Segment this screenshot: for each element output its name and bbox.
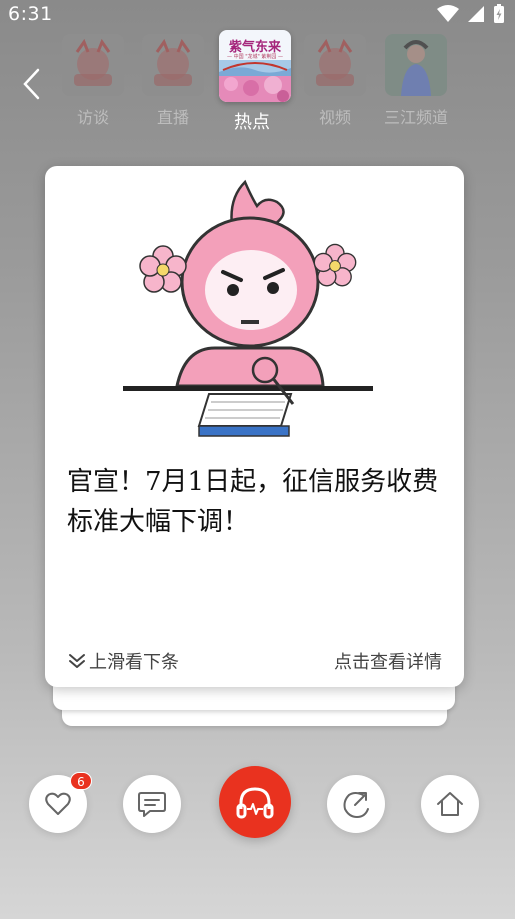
comment-icon: [138, 792, 166, 817]
double-chevron-down-icon: [69, 654, 85, 668]
home-icon: [437, 792, 463, 816]
channel-label: 直播: [156, 108, 189, 127]
status-time: 6:31: [8, 3, 53, 25]
channel-label: 热点: [234, 112, 270, 133]
channel-live[interactable]: 直播: [140, 34, 206, 128]
comment-button[interactable]: [123, 775, 181, 833]
news-title[interactable]: 官宣！7月1日起，征信服务收费标准大幅下调！: [67, 462, 442, 542]
channel-label: 访谈: [76, 108, 109, 127]
mascot-icon: [142, 34, 204, 96]
channel-thumbnail: [304, 34, 366, 96]
headphones-icon: [236, 787, 274, 819]
channel-hot[interactable]: 紫气东来 — 中国 "龙城" 紫荆园 — 热点: [219, 30, 291, 134]
view-details-link[interactable]: 点击查看详情: [334, 648, 442, 674]
share-icon: [343, 792, 369, 819]
flower: [313, 243, 357, 287]
news-card[interactable]: 官宣！7月1日起，征信服务收费标准大幅下调！ 上滑看下条 点击查看详情: [45, 166, 464, 687]
battery-icon: [494, 4, 504, 23]
swipe-hint[interactable]: 上滑看下条: [67, 648, 179, 674]
status-bar: 6:31: [0, 0, 515, 30]
status-icons: [437, 4, 505, 24]
wifi-icon: [437, 5, 459, 22]
channel-label: 视频: [318, 108, 351, 127]
mascot-icon: [304, 34, 366, 96]
share-button[interactable]: [327, 775, 385, 833]
chevron-left-icon: [23, 68, 40, 100]
channel-thumbnail: [385, 34, 447, 96]
channel-interview[interactable]: 访谈: [60, 34, 126, 128]
mascot-writing-illustration: [123, 179, 373, 437]
channel-thumbnail: [142, 34, 204, 96]
person-photo-icon: [385, 34, 447, 96]
channel-sanjiang[interactable]: 三江频道: [383, 34, 449, 128]
channel-video[interactable]: 视频: [302, 34, 368, 128]
back-button[interactable]: [18, 66, 46, 102]
like-count-badge: 6: [70, 772, 92, 790]
listen-button[interactable]: [219, 766, 291, 838]
swipe-hint-label: 上滑看下条: [89, 652, 179, 673]
signal-icon: [468, 6, 484, 22]
mascot-icon: [62, 34, 124, 96]
channel-thumbnail: 紫气东来 — 中国 "龙城" 紫荆园 —: [219, 30, 291, 102]
flower: [139, 245, 187, 293]
channel-thumbnail: [62, 34, 124, 96]
home-button[interactable]: [421, 775, 479, 833]
channel-label: 三江频道: [383, 108, 448, 127]
thumb-subtitle: — 中国 "龙城" 紫荆园 —: [227, 54, 283, 60]
heart-icon: [45, 792, 71, 815]
